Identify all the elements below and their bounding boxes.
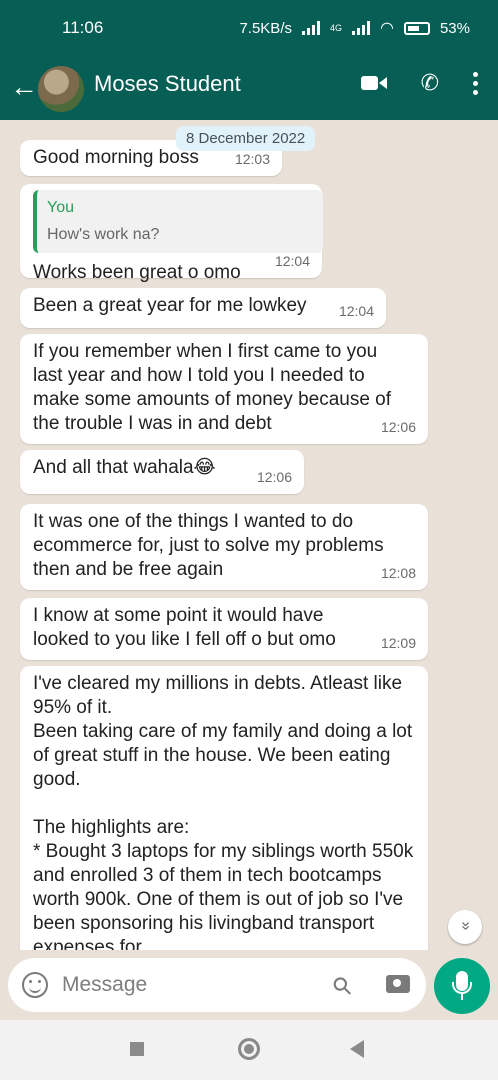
more-options-icon[interactable] xyxy=(473,71,478,95)
message-text: It was one of the things I wanted to do … xyxy=(33,511,384,580)
signal-icon xyxy=(301,21,320,35)
message-bubble[interactable]: It was one of the things I wanted to do … xyxy=(20,504,428,590)
contact-avatar[interactable] xyxy=(38,66,84,112)
quoted-author: You xyxy=(47,199,74,216)
video-call-icon[interactable] xyxy=(360,74,387,92)
contact-name[interactable]: Moses Student xyxy=(94,71,241,97)
microphone-icon xyxy=(452,971,472,994)
voice-call-icon[interactable]: ✆ xyxy=(421,70,439,96)
message-time: 12:04 xyxy=(338,303,374,319)
emoji-icon[interactable] xyxy=(22,972,48,998)
message-text: I know at some point it would have looke… xyxy=(33,605,336,650)
message-bubble[interactable]: If you remember when I first came to you… xyxy=(20,334,428,444)
back-arrow-icon[interactable]: ← xyxy=(10,70,38,104)
header-actions: ✆ xyxy=(360,70,478,96)
message-bubble[interactable]: I've cleared my millions in debts. Atlea… xyxy=(20,666,428,950)
message-bubble[interactable]: And all that wahala😂 12:06 xyxy=(20,450,304,494)
message-text: Been a great year for me lowkey xyxy=(33,295,307,316)
message-placeholder: Message xyxy=(62,973,148,996)
date-chip: 8 December 2022 xyxy=(176,126,316,151)
battery-level: 53% xyxy=(439,19,470,37)
network-speed: 7.5KB/s xyxy=(239,19,292,37)
message-text: I've cleared my millions in debts. Atlea… xyxy=(33,673,414,950)
composer-bar: Message ⚲ xyxy=(0,950,498,1020)
network-type: 4G xyxy=(329,23,342,33)
system-nav-bar xyxy=(0,1020,498,1080)
message-bubble[interactable]: Been a great year for me lowkey 12:04 xyxy=(20,288,386,328)
camera-icon[interactable] xyxy=(386,975,410,993)
wifi-icon: ◠ xyxy=(380,20,394,37)
message-text: If you remember when I first came to you… xyxy=(33,341,392,434)
message-time: 12:08 xyxy=(380,565,416,581)
quoted-message[interactable]: You How's work na? xyxy=(33,190,323,253)
chat-header: ← Moses Student ✆ xyxy=(0,58,498,120)
attachment-icon[interactable]: ⚲ xyxy=(326,970,359,1003)
status-indicators: 7.5KB/s 4G ◠ 53% xyxy=(239,18,470,38)
voice-message-button[interactable] xyxy=(434,958,490,1014)
double-chevron-down-icon: » xyxy=(457,921,474,931)
message-text: Good morning boss xyxy=(33,147,199,168)
recents-icon[interactable] xyxy=(130,1042,144,1056)
message-text: And all that wahala😂 xyxy=(33,457,216,478)
nav-back-icon[interactable] xyxy=(350,1040,364,1058)
message-bubble[interactable]: You How's work na? Works been great o om… xyxy=(20,184,323,283)
status-time: 11:06 xyxy=(62,18,104,37)
battery-icon xyxy=(403,21,430,35)
message-time: 12:09 xyxy=(380,635,416,651)
message-input[interactable]: Message ⚲ xyxy=(8,958,426,1012)
signal-icon-2 xyxy=(352,21,370,35)
home-icon[interactable] xyxy=(238,1038,260,1060)
scroll-to-bottom-button[interactable]: » xyxy=(448,910,482,944)
message-list[interactable]: 8 December 2022 Good morning boss 12:03 … xyxy=(0,120,498,950)
message-time: 12:06 xyxy=(256,469,292,485)
quoted-text: How's work na? xyxy=(47,226,160,243)
status-bar: 11:06 7.5KB/s 4G ◠ 53% xyxy=(0,0,498,58)
message-bubble[interactable]: I know at some point it would have looke… xyxy=(20,598,428,660)
message-text: Works been great o omo xyxy=(33,262,241,283)
message-time: 12:04 xyxy=(274,253,310,269)
message-time: 12:06 xyxy=(380,419,416,435)
